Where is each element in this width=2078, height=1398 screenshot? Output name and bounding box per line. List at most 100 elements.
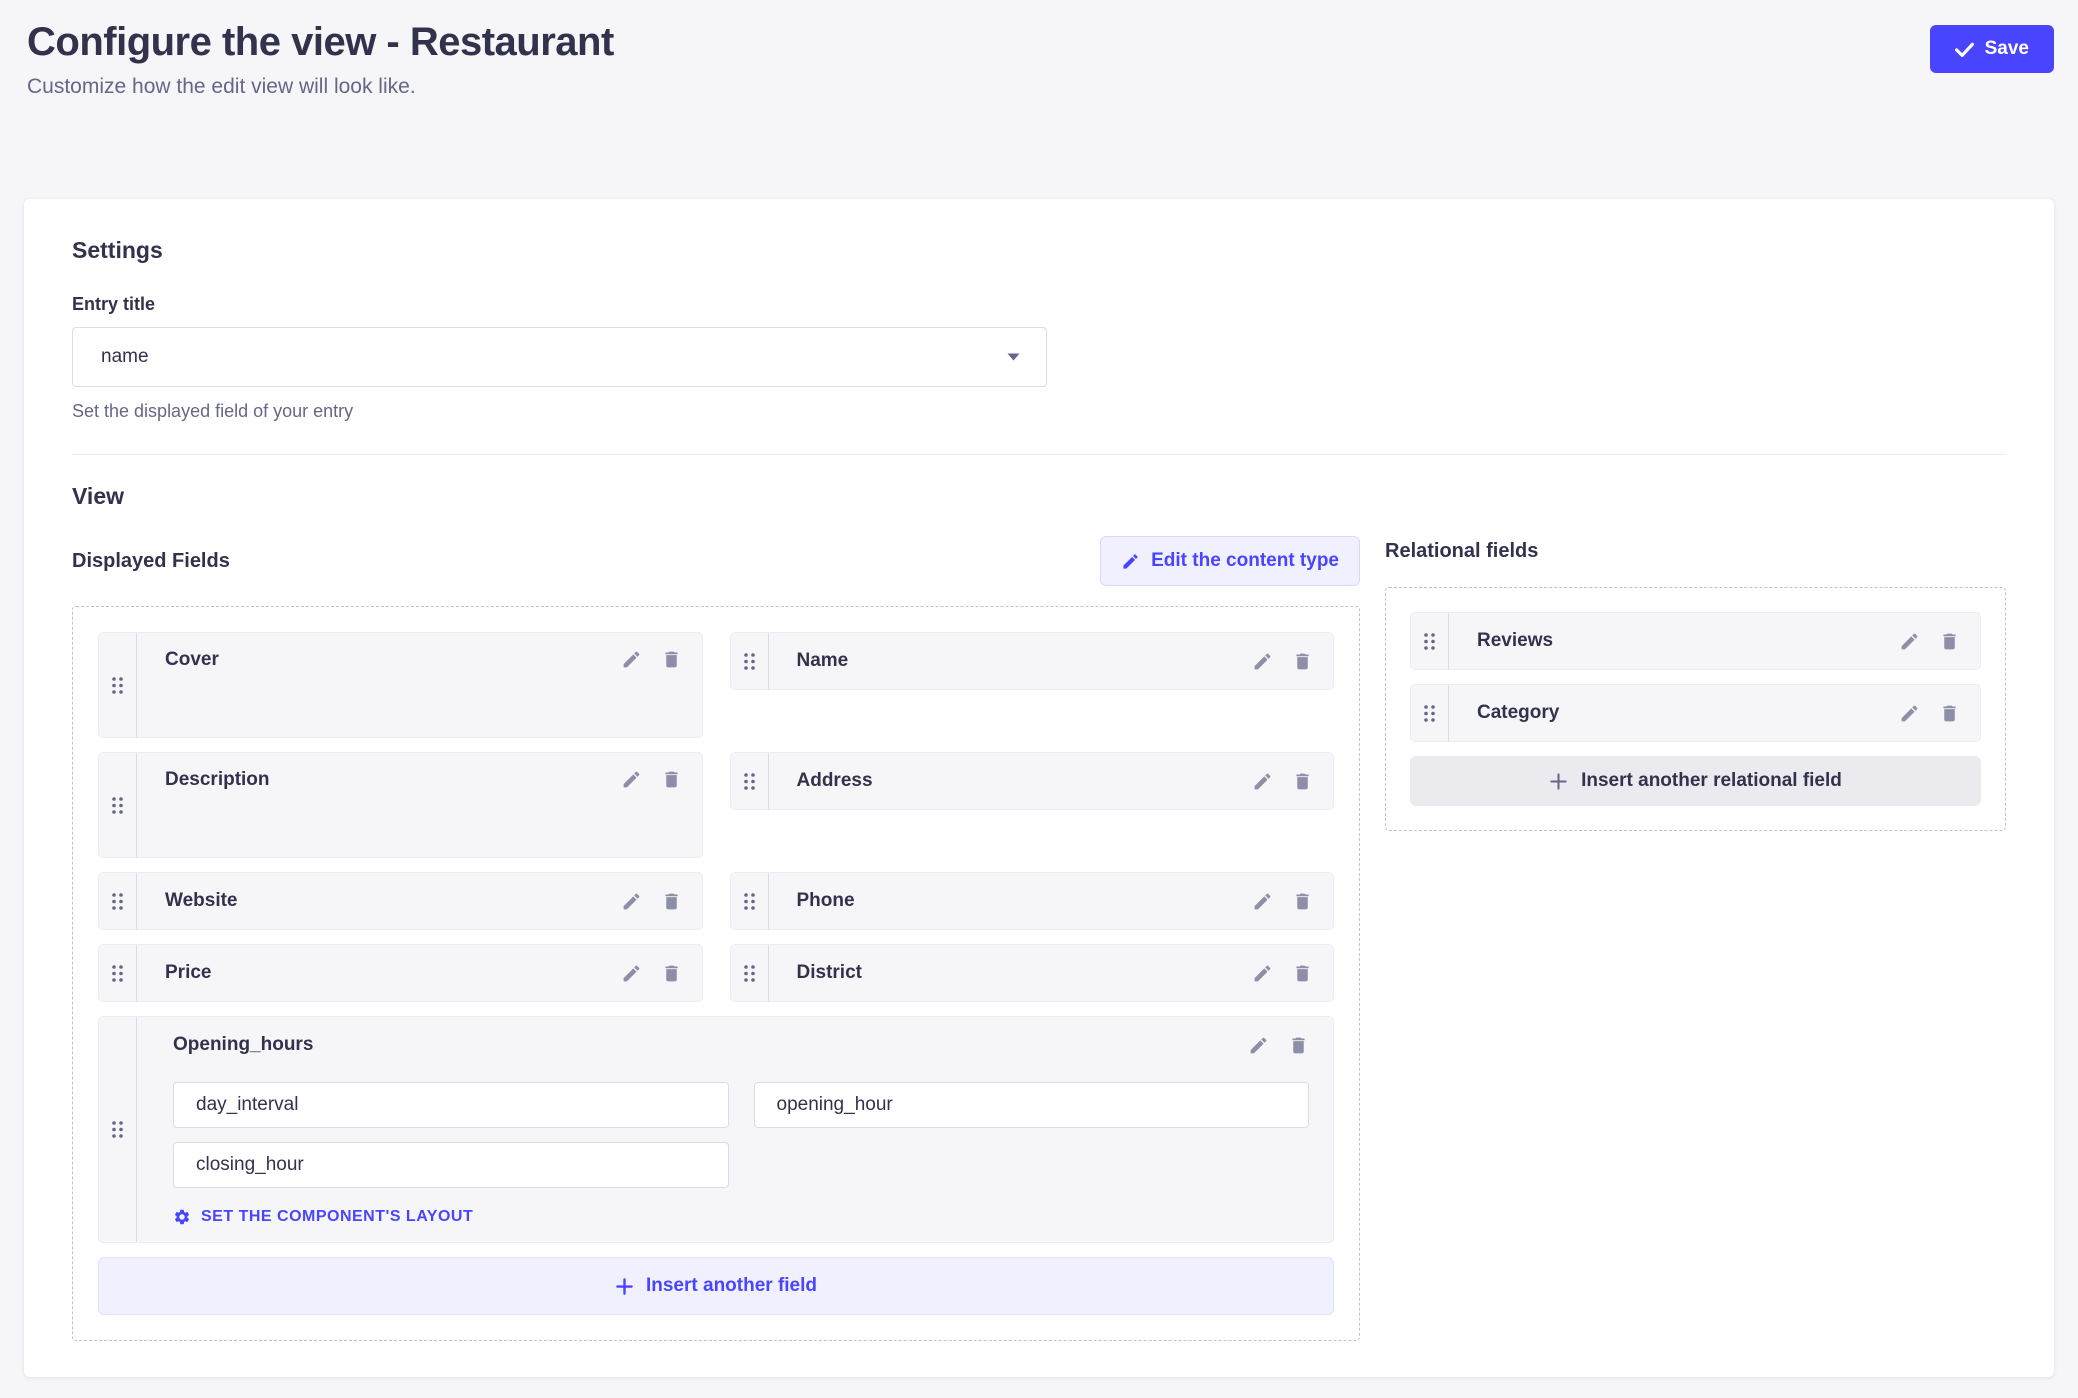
subfield-label: opening_hour <box>777 1094 893 1116</box>
grip-dots-icon <box>1423 632 1436 651</box>
grip-dots-icon <box>111 796 124 815</box>
section-divider <box>72 454 2006 455</box>
subfield-label: closing_hour <box>196 1154 304 1176</box>
plus-icon <box>1549 772 1568 791</box>
delete-field-button[interactable] <box>1292 891 1313 912</box>
field-label: Address <box>797 770 873 792</box>
pencil-icon <box>1252 963 1273 984</box>
drag-handle[interactable] <box>99 873 137 929</box>
pencil-icon <box>621 963 642 984</box>
edit-field-button[interactable] <box>1252 891 1273 912</box>
delete-field-button[interactable] <box>1292 963 1313 984</box>
grip-dots-icon <box>111 964 124 983</box>
settings-section: Settings Entry title name Set the displa… <box>72 237 2006 422</box>
drag-handle[interactable] <box>731 633 769 689</box>
page-subtitle: Customize how the edit view will look li… <box>27 72 2054 101</box>
delete-field-button[interactable] <box>1939 703 1960 724</box>
component-subfield-closing-hour[interactable]: closing_hour <box>173 1142 729 1188</box>
pencil-icon <box>1121 552 1140 571</box>
displayed-fields-column: Displayed Fields Edit the content type <box>72 536 1360 1341</box>
drag-handle[interactable] <box>731 873 769 929</box>
entry-title-value: name <box>101 346 149 368</box>
insert-another-relational-field-button[interactable]: Insert another relational field <box>1410 756 1981 806</box>
pencil-icon <box>1248 1035 1269 1056</box>
settings-heading: Settings <box>72 237 2006 264</box>
trash-icon <box>1292 963 1313 984</box>
delete-field-button[interactable] <box>1292 651 1313 672</box>
drag-handle[interactable] <box>1411 613 1449 669</box>
field-label: Cover <box>165 649 219 671</box>
delete-field-button[interactable] <box>661 963 682 984</box>
edit-field-button[interactable] <box>621 769 642 790</box>
edit-field-button[interactable] <box>1248 1035 1269 1056</box>
edit-field-button[interactable] <box>1252 771 1273 792</box>
drag-handle[interactable] <box>99 753 137 857</box>
relational-card-reviews: Reviews <box>1410 612 1981 670</box>
caret-down-icon <box>1007 353 1020 361</box>
trash-icon <box>661 649 682 670</box>
displayed-fields-title: Displayed Fields <box>72 550 230 573</box>
field-label: Phone <box>797 890 855 912</box>
pencil-icon <box>1899 703 1920 724</box>
delete-field-button[interactable] <box>1288 1035 1309 1056</box>
grip-dots-icon <box>743 892 756 911</box>
relational-card-category: Category <box>1410 684 1981 742</box>
delete-field-button[interactable] <box>661 891 682 912</box>
trash-icon <box>1292 891 1313 912</box>
edit-field-button[interactable] <box>1899 703 1920 724</box>
edit-field-button[interactable] <box>1252 963 1273 984</box>
pencil-icon <box>621 891 642 912</box>
drag-handle[interactable] <box>99 633 137 737</box>
pencil-icon <box>1899 631 1920 652</box>
trash-icon <box>1292 651 1313 672</box>
delete-field-button[interactable] <box>1939 631 1960 652</box>
edit-field-button[interactable] <box>1252 651 1273 672</box>
field-label: Price <box>165 962 211 984</box>
drag-handle[interactable] <box>731 945 769 1001</box>
trash-icon <box>661 769 682 790</box>
insert-another-field-label: Insert another field <box>646 1275 817 1297</box>
plus-icon <box>615 1277 634 1296</box>
component-subfield-day-interval[interactable]: day_interval <box>173 1082 729 1128</box>
grip-dots-icon <box>743 772 756 791</box>
delete-field-button[interactable] <box>661 649 682 670</box>
edit-field-button[interactable] <box>621 649 642 670</box>
component-subfield-opening-hour[interactable]: opening_hour <box>754 1082 1310 1128</box>
pencil-icon <box>1252 771 1273 792</box>
drag-handle[interactable] <box>99 1017 137 1242</box>
field-card-phone: Phone <box>730 872 1335 930</box>
save-button[interactable]: Save <box>1930 25 2054 73</box>
delete-field-button[interactable] <box>661 769 682 790</box>
entry-title-select[interactable]: name <box>72 327 1047 387</box>
trash-icon <box>661 891 682 912</box>
set-component-layout-label: SET THE COMPONENT'S LAYOUT <box>201 1208 473 1226</box>
drag-handle[interactable] <box>1411 685 1449 741</box>
edit-field-button[interactable] <box>621 891 642 912</box>
drag-handle[interactable] <box>731 753 769 809</box>
grip-dots-icon <box>743 964 756 983</box>
delete-field-button[interactable] <box>1292 771 1313 792</box>
pencil-icon <box>1252 651 1273 672</box>
insert-another-relational-field-label: Insert another relational field <box>1581 770 1842 792</box>
insert-another-field-button[interactable]: Insert another field <box>98 1257 1334 1315</box>
drag-handle[interactable] <box>99 945 137 1001</box>
set-component-layout-button[interactable]: SET THE COMPONENT'S LAYOUT <box>173 1208 473 1226</box>
field-label: Description <box>165 769 270 791</box>
grip-dots-icon <box>111 892 124 911</box>
displayed-fields-dropzone: Cover <box>72 606 1360 1341</box>
field-card-district: District <box>730 944 1335 1002</box>
grip-dots-icon <box>743 652 756 671</box>
edit-content-type-button[interactable]: Edit the content type <box>1100 536 1360 586</box>
field-card-cover: Cover <box>98 632 703 738</box>
field-card-address: Address <box>730 752 1335 810</box>
grip-dots-icon <box>111 1120 124 1139</box>
edit-field-button[interactable] <box>621 963 642 984</box>
trash-icon <box>1939 631 1960 652</box>
relational-fields-title: Relational fields <box>1385 540 2006 563</box>
edit-field-button[interactable] <box>1899 631 1920 652</box>
entry-title-hint: Set the displayed field of your entry <box>72 401 2006 422</box>
component-card-opening-hours: Opening_hours <box>98 1016 1334 1243</box>
entry-title-label: Entry title <box>72 294 2006 315</box>
trash-icon <box>1292 771 1313 792</box>
page-header: Configure the view - Restaurant Customiz… <box>0 0 2078 101</box>
